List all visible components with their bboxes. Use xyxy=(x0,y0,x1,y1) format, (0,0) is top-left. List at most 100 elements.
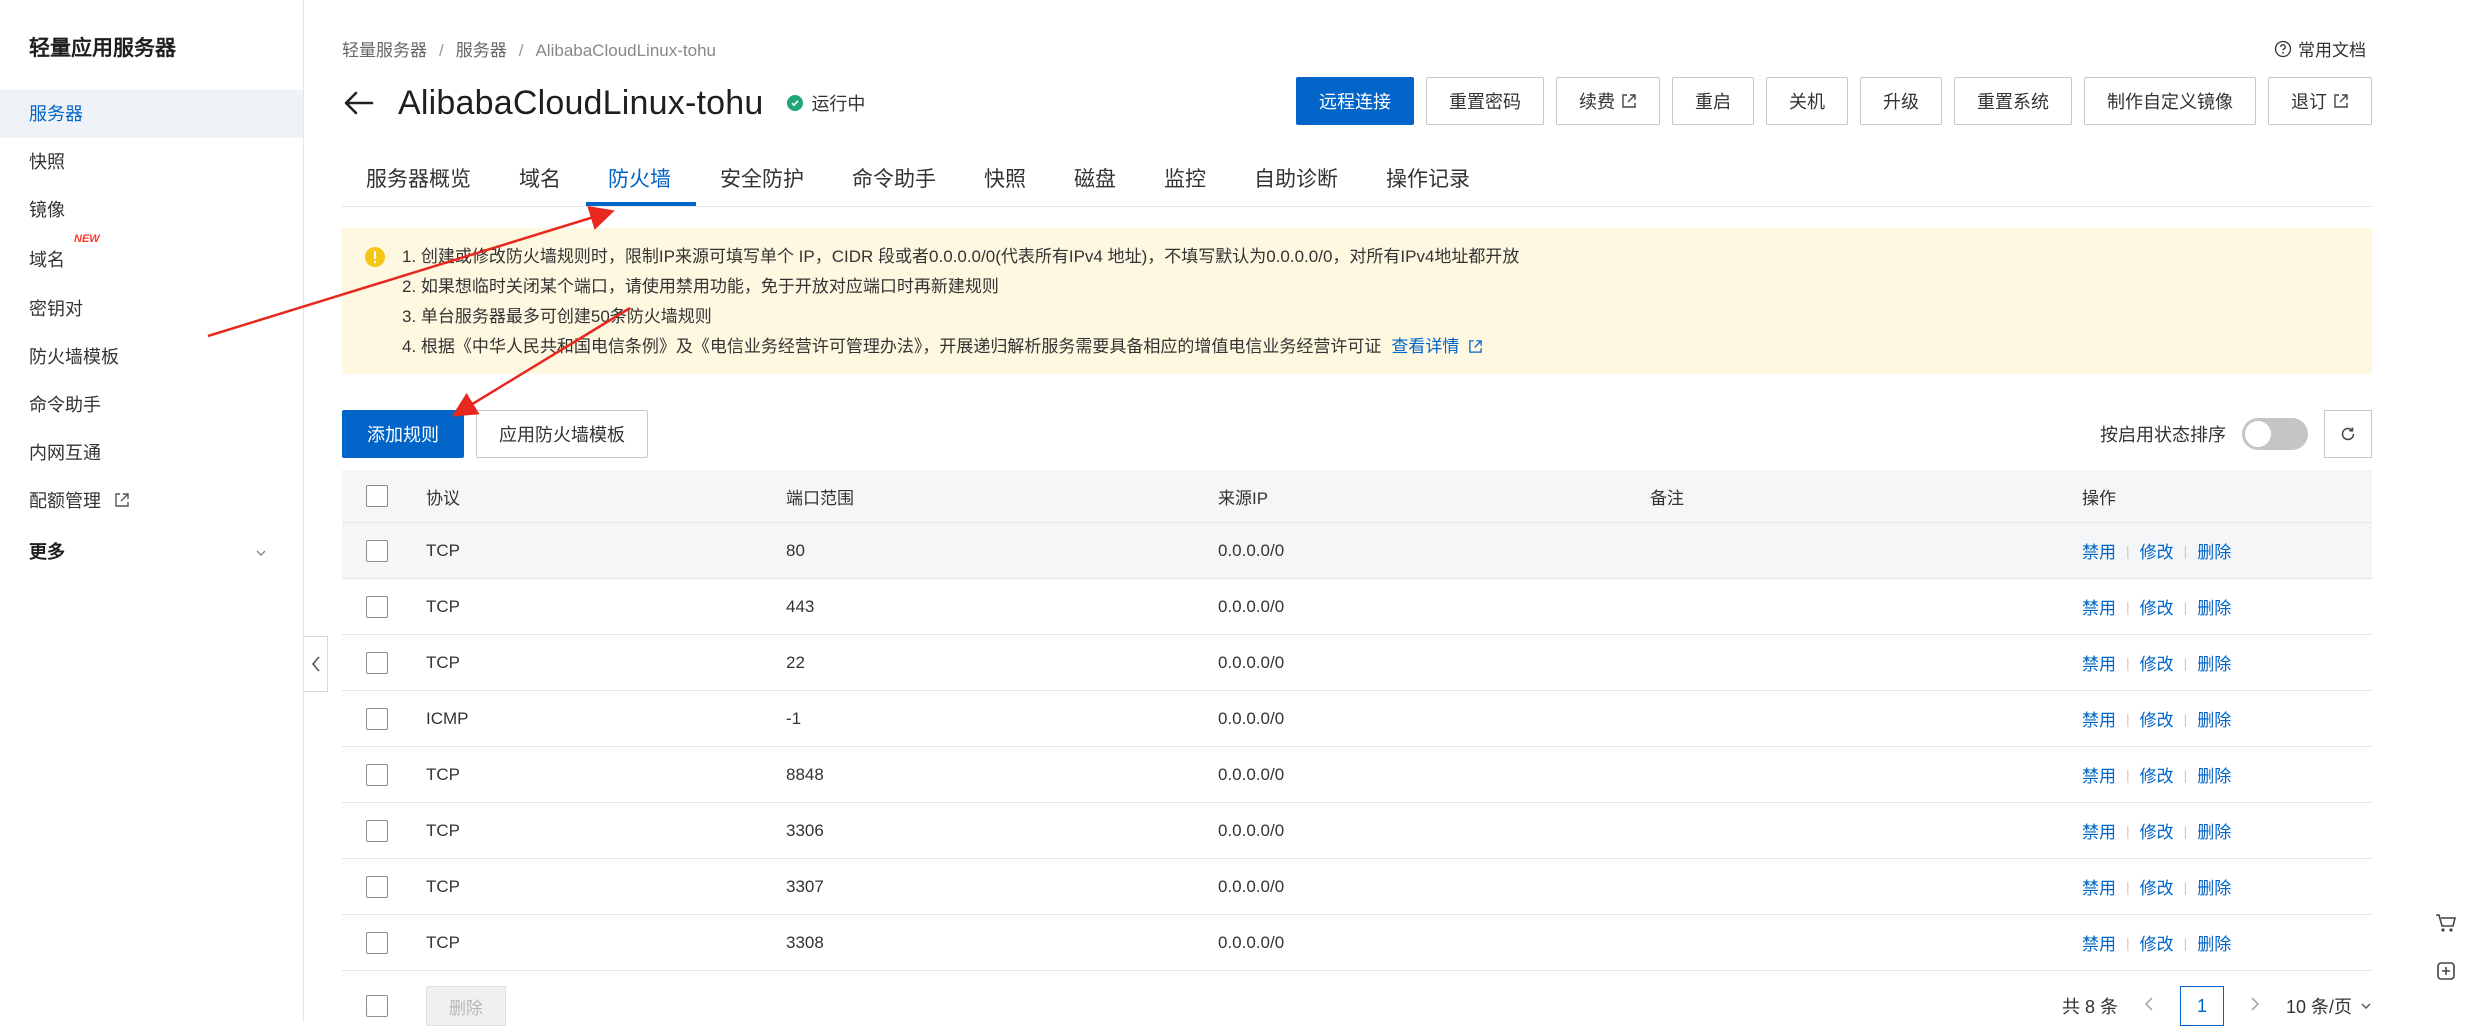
edit-rule-link[interactable]: 修改 xyxy=(2140,650,2174,675)
breadcrumb-item-lighthouse[interactable]: 轻量服务器 xyxy=(342,41,427,60)
row-checkbox[interactable] xyxy=(366,931,388,954)
column-header-protocol: 协议 xyxy=(426,488,460,508)
disable-rule-link[interactable]: 禁用 xyxy=(2082,762,2116,787)
disable-rule-link[interactable]: 禁用 xyxy=(2082,874,2116,899)
tab-firewall[interactable]: 防火墙 xyxy=(608,154,671,206)
firewall-rules-table: 协议 端口范围 来源IP 备注 操作 TCP 80 0.0.0.0/0 禁用 | 修改 | 删… xyxy=(342,470,2372,971)
edit-rule-link[interactable]: 修改 xyxy=(2140,874,2174,899)
delete-rule-link[interactable]: 删除 xyxy=(2197,762,2231,787)
button-label: 远程连接 xyxy=(1319,92,1391,112)
disable-rule-link[interactable]: 禁用 xyxy=(2082,650,2116,675)
view-details-link[interactable]: 查看详情 xyxy=(1391,337,1483,356)
edit-rule-link[interactable]: 修改 xyxy=(2140,818,2174,843)
disable-rule-link[interactable]: 禁用 xyxy=(2082,930,2116,955)
cell-actions: 禁用 | 修改 | 删除 xyxy=(2082,523,2231,578)
button-label: 退订 xyxy=(2291,92,2327,112)
delete-rule-link[interactable]: 删除 xyxy=(2197,874,2231,899)
sidebar-collapse-button[interactable] xyxy=(304,636,328,692)
edit-rule-link[interactable]: 修改 xyxy=(2140,594,2174,619)
reset-password-button[interactable]: 重置密码 xyxy=(1426,77,1544,125)
edit-rule-link[interactable]: 修改 xyxy=(2140,762,2174,787)
sidebar-more-label: 更多 xyxy=(29,542,65,562)
sidebar-item-intranet[interactable]: 内网互通 xyxy=(0,429,303,477)
disable-rule-link[interactable]: 禁用 xyxy=(2082,818,2116,843)
disable-rule-link[interactable]: 禁用 xyxy=(2082,594,2116,619)
row-checkbox[interactable] xyxy=(366,539,388,562)
tab-snapshot[interactable]: 快照 xyxy=(984,154,1026,206)
cell-source-ip: 0.0.0.0/0 xyxy=(1218,820,1285,840)
action-separator: | xyxy=(2183,766,2188,783)
disable-rule-link[interactable]: 禁用 xyxy=(2082,706,2116,731)
sidebar-item-snapshots[interactable]: 快照 xyxy=(0,138,303,186)
action-separator: | xyxy=(2126,878,2130,895)
cart-icon[interactable] xyxy=(2433,910,2459,936)
column-header-note: 备注 xyxy=(1650,488,1684,508)
row-checkbox[interactable] xyxy=(366,763,388,786)
row-checkbox[interactable] xyxy=(366,819,388,842)
page-number-current[interactable]: 1 xyxy=(2179,986,2224,1026)
tab-monitor[interactable]: 监控 xyxy=(1164,154,1206,206)
shutdown-button[interactable]: 关机 xyxy=(1766,77,1848,125)
sidebar-item-quota[interactable]: 配额管理 xyxy=(0,477,303,525)
row-checkbox[interactable] xyxy=(366,875,388,898)
detail-tabs: 服务器概览 域名 防火墙 安全防护 命令助手 快照 磁盘 监控 自助诊断 操作记… xyxy=(342,154,2372,207)
tab-domain[interactable]: 域名 xyxy=(519,154,561,206)
select-all-checkbox[interactable] xyxy=(366,485,388,507)
add-rule-button[interactable]: 添加规则 xyxy=(342,410,464,458)
page-size-select[interactable]: 10 条/页 xyxy=(2286,993,2372,1019)
disable-rule-link[interactable]: 禁用 xyxy=(2082,538,2116,563)
cell-source-ip: 0.0.0.0/0 xyxy=(1218,876,1285,896)
tab-overview[interactable]: 服务器概览 xyxy=(366,154,471,206)
delete-rule-link[interactable]: 删除 xyxy=(2197,594,2231,619)
tab-command-assistant[interactable]: 命令助手 xyxy=(852,154,936,206)
delete-rule-link[interactable]: 删除 xyxy=(2197,818,2231,843)
delete-rule-link[interactable]: 删除 xyxy=(2197,650,2231,675)
refresh-button[interactable] xyxy=(2324,410,2372,458)
sidebar-item-command-assistant[interactable]: 命令助手 xyxy=(0,381,303,429)
edit-rule-link[interactable]: 修改 xyxy=(2140,538,2174,563)
sidebar-item-images[interactable]: 镜像 xyxy=(0,186,303,234)
row-checkbox[interactable] xyxy=(366,707,388,730)
cell-protocol: TCP xyxy=(426,932,460,952)
row-checkbox[interactable] xyxy=(366,595,388,618)
reset-system-button[interactable]: 重置系统 xyxy=(1954,77,2072,125)
table-body: TCP 80 0.0.0.0/0 禁用 | 修改 | 删除 TCP 443 0.0.0.0/0 禁用 |… xyxy=(342,523,2372,971)
upgrade-button[interactable]: 升级 xyxy=(1860,77,1942,125)
cell-protocol: TCP xyxy=(426,596,460,616)
row-checkbox[interactable] xyxy=(366,651,388,674)
sidebar-item-firewall-templates[interactable]: 防火墙模板 xyxy=(0,333,303,381)
create-custom-image-button[interactable]: 制作自定义镜像 xyxy=(2084,77,2256,125)
tab-self-diagnosis[interactable]: 自助诊断 xyxy=(1254,154,1338,206)
delete-rule-link[interactable]: 删除 xyxy=(2197,930,2231,955)
assistant-icon[interactable] xyxy=(2433,958,2459,984)
tab-security[interactable]: 安全防护 xyxy=(720,154,804,206)
edit-rule-link[interactable]: 修改 xyxy=(2140,930,2174,955)
sidebar-more[interactable]: 更多 xyxy=(0,528,303,576)
sidebar-item-keypairs[interactable]: 密钥对 xyxy=(0,285,303,333)
restart-button[interactable]: 重启 xyxy=(1672,77,1754,125)
edit-rule-link[interactable]: 修改 xyxy=(2140,706,2174,731)
cell-port-range: 3306 xyxy=(786,820,824,840)
next-page-icon[interactable] xyxy=(2250,996,2260,1017)
delete-rule-link[interactable]: 删除 xyxy=(2197,538,2231,563)
help-doc-link[interactable]: 常用文档 xyxy=(2274,36,2366,61)
question-circle-icon xyxy=(2274,40,2292,57)
apply-template-button[interactable]: 应用防火墙模板 xyxy=(476,410,648,458)
batch-delete-button[interactable]: 删除 xyxy=(426,986,506,1026)
delete-rule-link[interactable]: 删除 xyxy=(2197,706,2231,731)
sidebar-item-servers[interactable]: 服务器 xyxy=(0,90,303,138)
select-all-checkbox-footer[interactable] xyxy=(366,995,388,1017)
unsubscribe-button[interactable]: 退订 xyxy=(2268,77,2372,125)
remote-connect-button[interactable]: 远程连接 xyxy=(1296,77,1414,125)
sort-by-status-toggle[interactable] xyxy=(2242,418,2308,450)
tab-disk[interactable]: 磁盘 xyxy=(1074,154,1116,206)
renew-button[interactable]: 续费 xyxy=(1556,77,1660,125)
tab-operation-log[interactable]: 操作记录 xyxy=(1386,154,1470,206)
table-row: TCP 3308 0.0.0.0/0 禁用 | 修改 | 删除 xyxy=(342,915,2372,971)
pagination: 共 8 条 1 10 条/页 xyxy=(2062,986,2372,1026)
back-arrow-icon[interactable] xyxy=(342,86,376,120)
prev-page-icon[interactable] xyxy=(2144,996,2154,1017)
sidebar-item-domains[interactable]: 域名 NEW xyxy=(0,233,303,284)
breadcrumb-item-servers[interactable]: 服务器 xyxy=(456,41,507,60)
external-link-icon xyxy=(2334,94,2348,108)
